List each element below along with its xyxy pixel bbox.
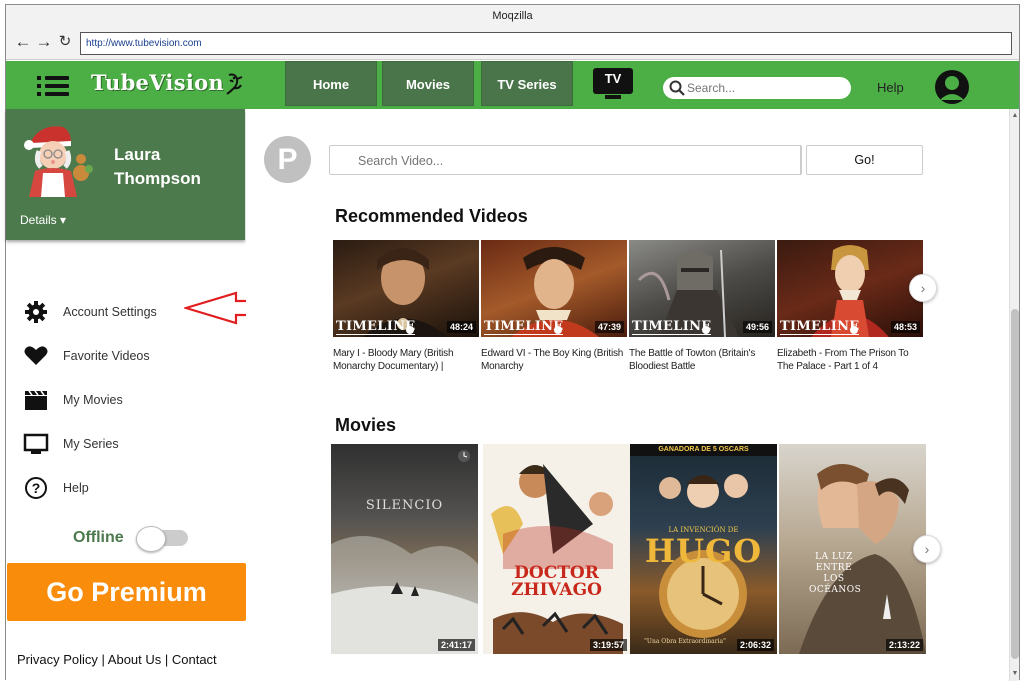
- browser-navbar: ← → ↻ http://www.tubevision.com: [6, 27, 1019, 60]
- video-thumb[interactable]: TIMELINE 48:53: [777, 240, 923, 337]
- bird-logo-icon: [226, 73, 243, 95]
- movie-poster[interactable]: LA LUZ ENTRE LOS OCÉANOS 2:13:22: [779, 444, 926, 654]
- heart-icon: [24, 346, 48, 365]
- url-bar[interactable]: http://www.tubevision.com: [80, 32, 1012, 55]
- poster-quote: "Una Obra Extraordinaria": [644, 638, 726, 645]
- p-badge: P: [264, 136, 311, 183]
- tv-button[interactable]: TV: [593, 68, 633, 101]
- header-search[interactable]: [663, 77, 851, 99]
- reload-icon[interactable]: ↻: [56, 33, 74, 51]
- user-name: Laura Thompson: [114, 145, 201, 188]
- video-title[interactable]: Edward VI - The Boy King (British Monarc…: [481, 347, 629, 373]
- menu-item-help[interactable]: ? Help: [23, 473, 238, 503]
- video-thumb[interactable]: TIMELINE 48:24: [333, 240, 479, 337]
- main-content: P Go! Recommended Videos TIMELINE 48:24: [246, 109, 1009, 681]
- scroll-thumb[interactable]: [1011, 309, 1019, 659]
- video-title[interactable]: Mary I - Bloody Mary (British Monarchy D…: [333, 347, 481, 373]
- header-search-input[interactable]: [687, 79, 843, 97]
- forward-arrow-icon[interactable]: →: [35, 33, 53, 51]
- movie-poster[interactable]: DOCTOR ZHIVAGO 3:19:57: [483, 444, 630, 654]
- movie-duration: 2:41:17: [437, 639, 475, 651]
- poster-title: LA LUZ ENTRE LOS OCÉANOS: [809, 552, 862, 595]
- browser-window: Moqzilla ← → ↻ http://www.tubevision.com…: [5, 4, 1020, 681]
- menu-item-my-series[interactable]: My Series: [23, 429, 238, 459]
- video-duration: 47:39: [594, 321, 624, 333]
- poster-title: HUGO: [644, 532, 763, 570]
- menu-label-favorite-videos: Favorite Videos: [63, 349, 150, 363]
- movies-next-button[interactable]: ›: [913, 535, 941, 563]
- menu-label-my-series: My Series: [63, 437, 119, 451]
- movie-poster[interactable]: SILENCIO 2:41:17: [331, 444, 478, 654]
- monitor-icon: [23, 433, 49, 454]
- timeline-badge: TIMELINE: [780, 319, 860, 335]
- movie-duration: 3:19:57: [589, 639, 627, 651]
- question-icon: ?: [25, 477, 47, 499]
- user-account-icon[interactable]: [935, 70, 969, 104]
- svg-text:?: ?: [32, 480, 41, 496]
- menu-label-my-movies: My Movies: [63, 393, 123, 407]
- tv-label: TV: [604, 71, 622, 86]
- video-duration: 48:24: [446, 321, 476, 333]
- header-help-link[interactable]: Help: [877, 80, 904, 95]
- profile-card: Laura Thompson Details ▾: [6, 109, 245, 240]
- go-button[interactable]: Go!: [806, 145, 923, 175]
- video-duration: 48:53: [890, 321, 920, 333]
- movie-poster[interactable]: GANADORA DE 5 OSCARS LA INVENCIÓN DE HUG…: [630, 444, 777, 654]
- video-search-box[interactable]: [329, 145, 802, 175]
- back-arrow-icon[interactable]: ←: [14, 33, 32, 51]
- offline-toggle[interactable]: [136, 526, 188, 552]
- timeline-badge: TIMELINE: [336, 319, 416, 335]
- menu-item-my-movies[interactable]: My Movies: [23, 385, 238, 415]
- video-thumb[interactable]: TIMELINE 47:39: [481, 240, 627, 337]
- go-premium-button[interactable]: Go Premium: [7, 563, 246, 621]
- recommended-title: Recommended Videos: [335, 206, 528, 226]
- movie-duration: 2:13:22: [885, 639, 923, 651]
- video-thumb[interactable]: TIMELINE 49:56: [629, 240, 775, 337]
- site-header: TubeVision Home Movies TV Series TV Help: [6, 61, 1019, 109]
- page-scrollbar[interactable]: ▲ ▼: [1009, 109, 1019, 681]
- timeline-badge: TIMELINE: [632, 319, 712, 335]
- gear-icon: [25, 301, 47, 323]
- details-dropdown[interactable]: Details ▾: [20, 213, 66, 227]
- hamburger-menu-icon[interactable]: [37, 76, 69, 96]
- offline-toggle-row: Offline: [73, 524, 233, 554]
- nav-movies-button[interactable]: Movies: [382, 61, 474, 106]
- nav-tv-series-button[interactable]: TV Series: [481, 61, 573, 106]
- footer-links[interactable]: Privacy Policy | About Us | Contact: [17, 652, 217, 667]
- video-title[interactable]: Elizabeth - From The Prison To The Palac…: [777, 347, 925, 373]
- sidebar: Laura Thompson Details ▾ Account Setting…: [6, 109, 246, 681]
- movie-duration: 2:06:32: [736, 639, 774, 651]
- search-icon: [669, 80, 685, 96]
- poster-title: DOCTOR ZHIVAGO: [511, 563, 602, 600]
- video-search-input[interactable]: [358, 151, 778, 171]
- timeline-badge: TIMELINE: [484, 319, 564, 335]
- avatar[interactable]: [19, 121, 101, 197]
- movies-title: Movies: [335, 415, 397, 435]
- menu-label-account-settings: Account Settings: [63, 305, 157, 319]
- menu-item-favorite-videos[interactable]: Favorite Videos: [23, 341, 238, 371]
- clapperboard-icon: [25, 390, 47, 410]
- recommended-next-button[interactable]: ›: [909, 274, 937, 302]
- menu-label-help: Help: [63, 481, 89, 495]
- nav-home-button[interactable]: Home: [285, 61, 377, 106]
- video-duration: 49:56: [742, 321, 772, 333]
- video-title[interactable]: The Battle of Towton (Britain's Bloodies…: [629, 347, 777, 373]
- scroll-up-icon[interactable]: ▲: [1010, 111, 1020, 121]
- site-logo[interactable]: TubeVision: [91, 70, 224, 95]
- offline-label: Offline: [73, 529, 124, 546]
- poster-title: SILENCIO: [365, 498, 444, 513]
- scroll-down-icon[interactable]: ▼: [1010, 669, 1020, 679]
- window-title: Moqzilla: [6, 5, 1019, 27]
